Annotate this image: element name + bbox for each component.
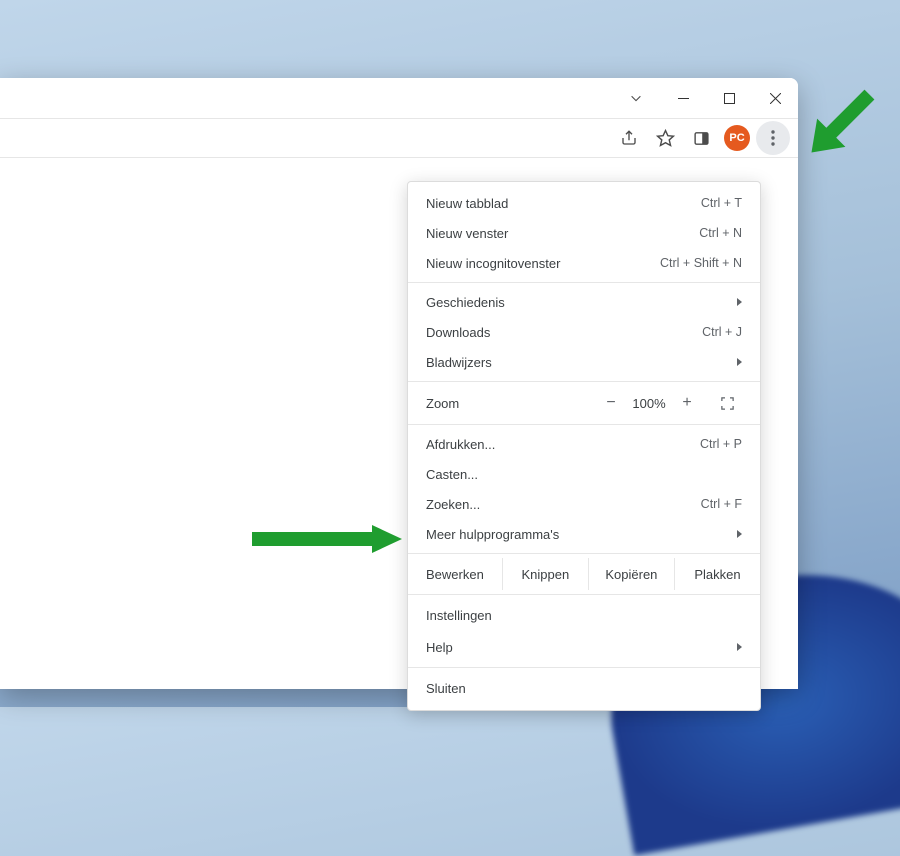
more-menu-button[interactable] [756,121,790,155]
edit-copy-button[interactable]: Kopiëren [588,558,674,590]
menu-item-history[interactable]: Geschiedenis [408,287,760,317]
menu-separator [408,424,760,425]
menu-item-new-window[interactable]: Nieuw venster Ctrl + N [408,218,760,248]
avatar-badge: PC [724,125,750,151]
side-panel-icon[interactable] [684,121,718,155]
menu-item-find[interactable]: Zoeken... Ctrl + F [408,489,760,519]
submenu-arrow-icon [737,358,742,366]
fullscreen-button[interactable] [712,396,742,411]
annotation-arrow-to-menu-button [792,78,892,178]
browser-toolbar: PC [0,118,798,158]
profile-avatar[interactable]: PC [720,121,754,155]
minimize-button[interactable] [660,78,706,118]
menu-label: Casten... [426,467,478,482]
menu-label: Help [426,640,453,655]
menu-shortcut: Ctrl + T [701,196,742,210]
maximize-button[interactable] [706,78,752,118]
menu-separator [408,667,760,668]
menu-label: Nieuw incognitovenster [426,256,560,271]
titlebar [0,78,798,118]
menu-item-bookmarks[interactable]: Bladwijzers [408,347,760,377]
menu-label: Afdrukken... [426,437,495,452]
menu-label: Instellingen [426,608,492,623]
menu-separator [408,381,760,382]
bookmark-star-icon[interactable] [648,121,682,155]
menu-item-edit-row: Bewerken Knippen Kopiëren Plakken [408,558,760,590]
zoom-in-button[interactable]: + [672,394,702,412]
menu-item-zoom: Zoom − 100% + [408,386,760,420]
menu-item-cast[interactable]: Casten... [408,459,760,489]
submenu-arrow-icon [737,298,742,306]
vertical-dots-icon [771,130,775,146]
menu-shortcut: Ctrl + Shift + N [660,256,742,270]
tab-search-chevron[interactable] [620,84,652,112]
menu-shortcut: Ctrl + N [699,226,742,240]
menu-label: Downloads [426,325,490,340]
menu-separator [408,282,760,283]
edit-cut-button[interactable]: Knippen [502,558,588,590]
annotation-arrow-to-settings [252,519,412,559]
submenu-arrow-icon [737,530,742,538]
menu-label: Nieuw tabblad [426,196,508,211]
edit-paste-button[interactable]: Plakken [674,558,760,590]
menu-item-help[interactable]: Help [408,631,760,663]
menu-item-new-tab[interactable]: Nieuw tabblad Ctrl + T [408,188,760,218]
menu-separator [408,553,760,554]
zoom-out-button[interactable]: − [596,394,626,412]
menu-item-settings[interactable]: Instellingen [408,599,760,631]
fullscreen-icon [720,396,735,411]
zoom-label: Zoom [426,396,596,411]
menu-label: Bladwijzers [426,355,492,370]
zoom-value: 100% [626,396,672,411]
menu-item-downloads[interactable]: Downloads Ctrl + J [408,317,760,347]
chrome-main-menu: Nieuw tabblad Ctrl + T Nieuw venster Ctr… [407,181,761,711]
menu-label: Meer hulpprogramma's [426,527,559,542]
menu-shortcut: Ctrl + J [702,325,742,339]
menu-item-more-tools[interactable]: Meer hulpprogramma's [408,519,760,549]
menu-item-print[interactable]: Afdrukken... Ctrl + P [408,429,760,459]
menu-separator [408,594,760,595]
menu-label: Nieuw venster [426,226,508,241]
edit-label: Bewerken [408,558,502,590]
menu-label: Zoeken... [426,497,480,512]
menu-label: Geschiedenis [426,295,505,310]
menu-shortcut: Ctrl + P [700,437,742,451]
menu-label: Sluiten [426,681,466,696]
menu-shortcut: Ctrl + F [701,497,742,511]
share-icon[interactable] [612,121,646,155]
menu-item-exit[interactable]: Sluiten [408,672,760,704]
submenu-arrow-icon [737,643,742,651]
menu-item-new-incognito[interactable]: Nieuw incognitovenster Ctrl + Shift + N [408,248,760,278]
